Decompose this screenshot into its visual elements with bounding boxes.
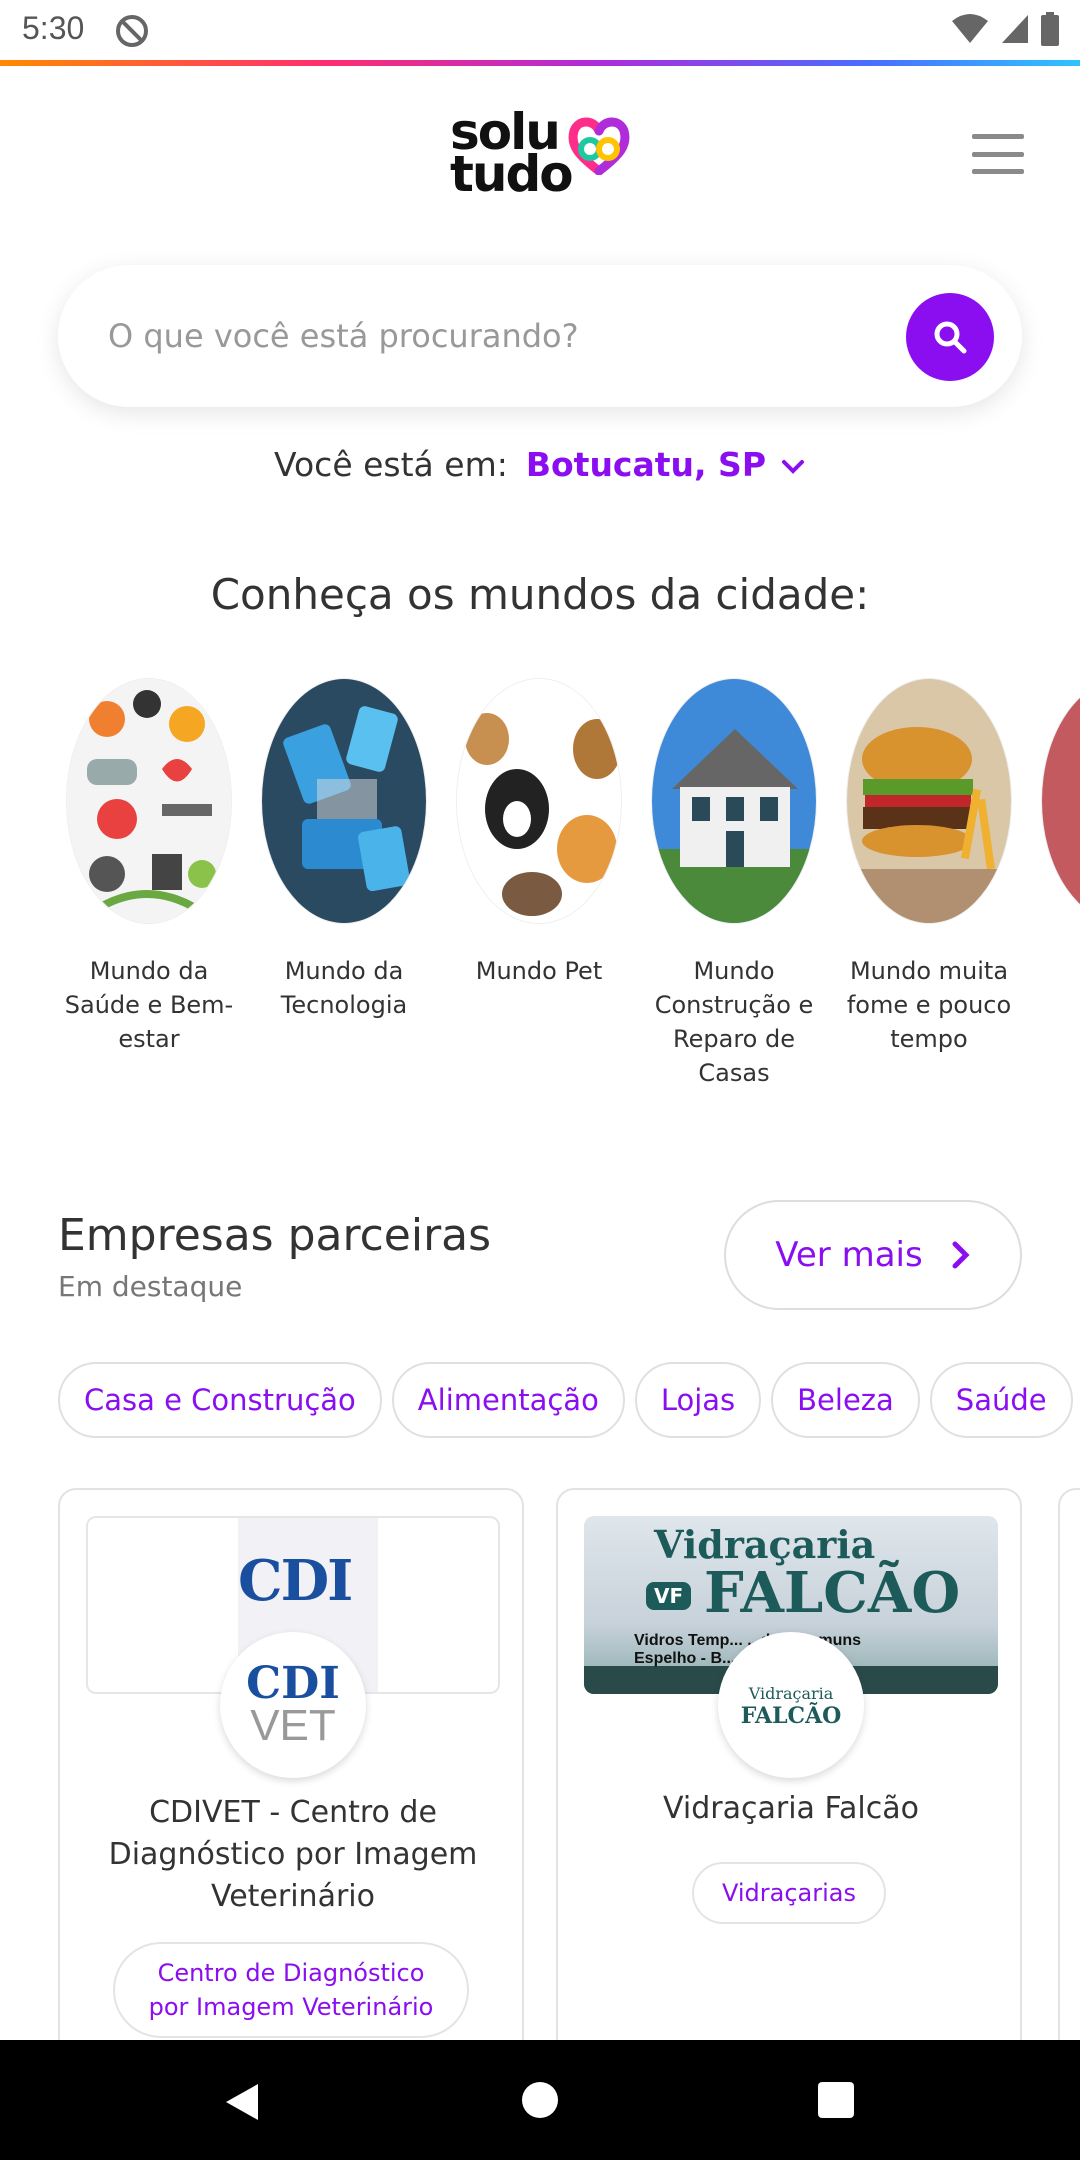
category-chips[interactable]: Casa e Construção Alimentação Lojas Beleza S… xyxy=(58,1362,1080,1440)
cdivet-avatar: CDI VET xyxy=(220,1632,366,1778)
status-time: 5:30 xyxy=(22,10,85,46)
chip-saude[interactable]: Saúde xyxy=(929,1362,1073,1438)
partner-cards: CDI CDI VET CDIVET - Centro de Diagnósti… xyxy=(58,1488,1080,2040)
chip-beleza[interactable]: Beleza xyxy=(771,1362,920,1438)
mundo-pet-image xyxy=(456,678,622,924)
banner-vf: VF xyxy=(646,1582,692,1610)
avatar-title: Vidraçaria xyxy=(748,1684,834,1703)
mundo-label: Mundo Construção e Reparo de Casas xyxy=(654,957,814,1087)
cdivet-logo-bottom: VET xyxy=(250,1701,336,1750)
hamburger-menu-button[interactable] xyxy=(972,134,1024,174)
search-input[interactable] xyxy=(108,265,868,407)
home-icon[interactable] xyxy=(522,2082,558,2118)
partner-card-partial[interactable] xyxy=(1058,1488,1080,2040)
partner-card-cdivet[interactable]: CDI CDI VET CDIVET - Centro de Diagnósti… xyxy=(58,1488,524,2040)
mundo-saude-image xyxy=(66,678,232,924)
mundo-item-tecnologia[interactable]: Mundo da Tecnologia xyxy=(259,678,429,1022)
mundos-carousel[interactable]: Mundo da Saúde e Bem-estar Mundo da Tecn… xyxy=(0,678,1080,1098)
signal-icon xyxy=(1002,15,1028,43)
chevron-right-icon xyxy=(952,1241,970,1269)
mundo-item-construcao[interactable]: Mundo Construção e Reparo de Casas xyxy=(649,678,819,1090)
back-icon[interactable] xyxy=(222,2082,262,2122)
chip-lojas[interactable]: Lojas xyxy=(634,1362,762,1438)
mundo-construcao-image xyxy=(651,678,817,924)
cdivet-banner-logo: CDI xyxy=(238,1548,353,1614)
solutudo-logo[interactable]: solu tudo xyxy=(450,107,630,211)
mundo-item-partial[interactable]: M... E... xyxy=(1039,678,1080,988)
partner-name: CDIVET - Centro de Diagnóstico por Image… xyxy=(108,1795,478,1914)
mundo-item-fome[interactable]: Mundo muita fome e pouco tempo xyxy=(844,678,1014,1056)
mundo-label: Mundo Pet xyxy=(475,957,603,985)
mundo-tecnologia-image xyxy=(261,678,427,924)
do-not-disturb-icon xyxy=(116,15,148,47)
heart-logo-icon xyxy=(568,117,630,175)
mundo-partial-image xyxy=(1041,678,1080,924)
location-selector[interactable]: Você está em: Botucatu, SP xyxy=(0,445,1080,484)
partner-name: Vidraçaria Falcão xyxy=(663,1791,919,1826)
status-bar: 5:30 xyxy=(0,0,1080,60)
mundo-item-pet[interactable]: Mundo Pet xyxy=(454,678,624,988)
ver-mais-label: Ver mais xyxy=(775,1235,923,1275)
partner-card-vidracaria-falcao[interactable]: Vidraçaria VF FALCÃO Vidros Temp... ...d… xyxy=(556,1488,1022,2040)
partner-category-badge[interactable]: Vidraçarias xyxy=(691,1862,887,1924)
mundo-label: Mundo muita fome e pouco tempo xyxy=(846,957,1012,1053)
system-navigation-bar xyxy=(0,2040,1080,2160)
search-button[interactable] xyxy=(906,293,994,381)
location-city[interactable]: Botucatu, SP xyxy=(526,445,766,484)
empresas-subtitle: Em destaque xyxy=(58,1270,243,1303)
location-label: Você está em: xyxy=(273,445,508,484)
mundo-item-saude[interactable]: Mundo da Saúde e Bem-estar xyxy=(64,678,234,1056)
chevron-down-icon[interactable] xyxy=(780,457,806,477)
empresas-title: Empresas parceiras xyxy=(58,1210,492,1261)
menu-line-icon xyxy=(972,151,1024,157)
mundo-label: Mundo da Saúde e Bem-estar xyxy=(64,957,234,1053)
cdivet-logo-top: CDI xyxy=(246,1658,340,1709)
banner-brand: FALCÃO xyxy=(704,1560,961,1626)
vidracaria-avatar: Vidraçaria FALCÃO xyxy=(718,1632,864,1778)
menu-line-icon xyxy=(972,134,1024,139)
app-header: solu tudo xyxy=(0,66,1080,256)
battery-icon xyxy=(1041,12,1059,46)
mundos-title: Conheça os mundos da cidade: xyxy=(210,570,870,619)
mundo-fome-image xyxy=(846,678,1012,924)
mundo-label: Mundo da Tecnologia xyxy=(280,957,408,1019)
chip-casa-construcao[interactable]: Casa e Construção xyxy=(58,1362,382,1438)
partner-category-badge[interactable]: Centro de Diagnóstico por Imagem Veterin… xyxy=(113,1942,469,2038)
ver-mais-button[interactable]: Ver mais xyxy=(724,1200,1022,1310)
search-bar xyxy=(58,265,1022,407)
wifi-icon xyxy=(952,14,988,43)
menu-line-icon xyxy=(972,169,1024,174)
search-icon xyxy=(934,321,967,354)
recent-apps-icon[interactable] xyxy=(818,2082,854,2118)
avatar-brand: FALCÃO xyxy=(740,1703,842,1729)
chip-alimentacao[interactable]: Alimentação xyxy=(391,1362,625,1438)
mundo-label: M... E... xyxy=(1024,954,1080,988)
